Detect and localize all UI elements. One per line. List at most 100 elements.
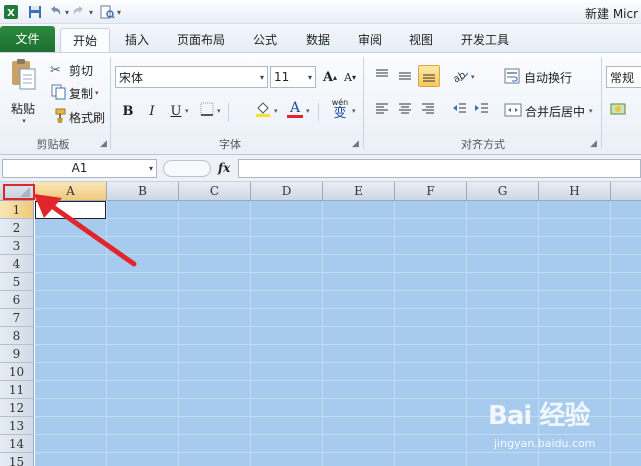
align-middle-button[interactable]: [395, 67, 415, 87]
column-header-g[interactable]: G: [467, 182, 539, 201]
font-dialog-launcher-icon[interactable]: ◢: [352, 139, 359, 149]
merge-center-button[interactable]: 合并后居中 ▾: [504, 102, 593, 120]
cut-button[interactable]: ✂ 剪切: [50, 61, 93, 79]
row-header-11[interactable]: 11: [0, 381, 34, 399]
row-header-5[interactable]: 5: [0, 273, 34, 291]
fill-color-dropdown-icon[interactable]: ▾: [274, 107, 278, 115]
font-color-button[interactable]: A: [285, 99, 305, 119]
row-header-1[interactable]: 1: [0, 201, 34, 219]
format-painter-button[interactable]: 格式刷: [50, 108, 105, 126]
wrap-text-icon: [504, 68, 520, 87]
tab-data[interactable]: 数据: [294, 28, 342, 52]
align-center-button[interactable]: [395, 101, 415, 121]
align-bottom-button[interactable]: [418, 65, 440, 87]
copy-button[interactable]: 复制 ▾: [50, 84, 99, 102]
excel-logo-icon: X: [3, 4, 19, 20]
paste-button[interactable]: 粘贴 ▾: [8, 57, 38, 127]
name-box-dropdown-icon[interactable]: ▾: [149, 160, 153, 177]
redo-dropdown-icon[interactable]: ▾: [87, 8, 95, 17]
column-header-d[interactable]: D: [251, 182, 323, 201]
row-header-10[interactable]: 10: [0, 363, 34, 381]
tab-view[interactable]: 视图: [397, 28, 445, 52]
italic-button[interactable]: I: [142, 101, 162, 121]
merge-center-dropdown-icon[interactable]: ▾: [589, 107, 593, 115]
column-header-filler[interactable]: [611, 182, 641, 201]
tab-review[interactable]: 审阅: [346, 28, 394, 52]
quick-access-customize-icon[interactable]: ▾: [115, 8, 123, 17]
column-header-e[interactable]: E: [323, 182, 395, 201]
font-name-combo[interactable]: 宋体 ▾: [115, 66, 268, 88]
borders-dropdown-icon[interactable]: ▾: [217, 107, 221, 115]
redo-icon[interactable]: [71, 4, 87, 20]
gridline-vertical: [322, 201, 323, 466]
row-header-4[interactable]: 4: [0, 255, 34, 273]
undo-dropdown-icon[interactable]: ▾: [63, 8, 71, 17]
phonetic-dropdown-icon[interactable]: ▾: [352, 107, 356, 115]
tab-file[interactable]: 文件: [0, 26, 55, 52]
tab-insert[interactable]: 插入: [113, 28, 161, 52]
row-header-8[interactable]: 8: [0, 327, 34, 345]
orientation-button[interactable]: ab: [450, 67, 470, 87]
formula-bar: A1 ▾ fx: [0, 155, 641, 182]
format-painter-label: 格式刷: [69, 110, 106, 125]
merge-center-label: 合并后居中: [525, 104, 586, 119]
alignment-dialog-launcher-icon[interactable]: ◢: [590, 139, 597, 149]
number-format-combo[interactable]: 常规: [606, 66, 641, 88]
grow-font-button[interactable]: A ▴: [320, 67, 340, 87]
name-box[interactable]: A1 ▾: [2, 159, 157, 178]
text-orientation-icon: ab: [451, 67, 469, 87]
paste-dropdown-icon[interactable]: ▾: [22, 117, 26, 125]
row-header-15[interactable]: 15: [0, 453, 34, 466]
column-header-h[interactable]: H: [539, 182, 611, 201]
align-top-button[interactable]: [372, 67, 392, 87]
increase-indent-button[interactable]: [472, 101, 492, 121]
font-color-dropdown-icon[interactable]: ▾: [306, 107, 310, 115]
row-header-14[interactable]: 14: [0, 435, 34, 453]
gridline-vertical: [466, 201, 467, 466]
tab-developer[interactable]: 开发工具: [450, 28, 520, 52]
clipboard-dialog-launcher-icon[interactable]: ◢: [100, 139, 107, 149]
tab-formulas[interactable]: 公式: [241, 28, 289, 52]
phonetic-guide-button[interactable]: wén 变: [328, 98, 352, 121]
underline-button[interactable]: U: [166, 101, 186, 121]
row-header-9[interactable]: 9: [0, 345, 34, 363]
save-icon[interactable]: [27, 4, 43, 20]
decrease-indent-icon: [452, 101, 468, 121]
align-left-button[interactable]: [372, 101, 392, 121]
row-header-13[interactable]: 13: [0, 417, 34, 435]
font-size-combo[interactable]: 11 ▾: [270, 66, 316, 88]
column-header-f[interactable]: F: [395, 182, 467, 201]
font-name-dropdown-icon[interactable]: ▾: [260, 73, 264, 82]
gridline-vertical: [394, 201, 395, 466]
row-header-7[interactable]: 7: [0, 309, 34, 327]
decrease-indent-button[interactable]: [450, 101, 470, 121]
align-top-icon: [374, 67, 390, 87]
row-header-6[interactable]: 6: [0, 291, 34, 309]
shrink-font-button[interactable]: A ▾: [340, 67, 360, 87]
group-separator: [601, 57, 602, 149]
insert-function-button[interactable]: fx: [218, 161, 230, 175]
print-preview-icon[interactable]: [99, 4, 115, 20]
fill-color-button[interactable]: [253, 101, 273, 121]
gridline-vertical: [178, 201, 179, 466]
wrap-text-button[interactable]: 自动换行: [504, 68, 572, 86]
undo-icon[interactable]: [47, 4, 63, 20]
row-header-3[interactable]: 3: [0, 237, 34, 255]
orientation-dropdown-icon[interactable]: ▾: [471, 73, 475, 81]
accounting-format-button[interactable]: [608, 101, 628, 121]
formula-input[interactable]: [238, 159, 641, 178]
align-right-button[interactable]: [418, 101, 438, 121]
bold-button[interactable]: B: [118, 101, 138, 121]
group-separator: [363, 57, 364, 149]
font-size-dropdown-icon[interactable]: ▾: [308, 73, 312, 82]
copy-dropdown-icon[interactable]: ▾: [95, 89, 99, 97]
row-header-12[interactable]: 12: [0, 399, 34, 417]
tab-page-layout[interactable]: 页面布局: [167, 28, 235, 52]
column-header-c[interactable]: C: [179, 182, 251, 201]
borders-button[interactable]: [197, 101, 217, 121]
underline-dropdown-icon[interactable]: ▾: [185, 107, 189, 115]
phonetic-char: 变: [333, 106, 347, 121]
gridline-horizontal: [35, 272, 641, 273]
tab-home[interactable]: 开始: [60, 28, 110, 52]
row-header-2[interactable]: 2: [0, 219, 34, 237]
